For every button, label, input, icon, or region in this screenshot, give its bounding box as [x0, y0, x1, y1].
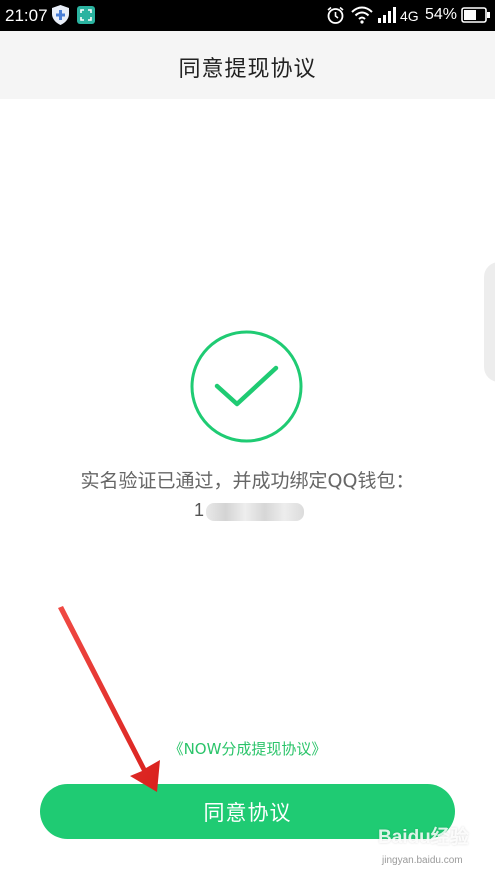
header-bar: 同意提现协议	[0, 31, 495, 99]
signal-icon	[378, 7, 396, 23]
watermark-text: Baidu经验	[378, 827, 469, 848]
battery-percent: 54%	[425, 6, 458, 23]
check-circle-icon	[190, 330, 303, 443]
shield-icon	[52, 5, 69, 25]
network-type: 4G	[400, 8, 419, 24]
battery-icon	[461, 7, 490, 23]
agreement-link[interactable]: 《NOW分成提现协议》	[0, 738, 495, 759]
status-time: 21:07	[5, 6, 48, 25]
bound-account-number: 1	[194, 500, 205, 520]
alarm-icon	[327, 6, 344, 24]
scan-icon	[77, 6, 95, 24]
baidu-watermark: Baidu经验 jingyan.baidu.com	[378, 820, 490, 872]
wifi-icon	[351, 6, 373, 24]
account-number-redacted	[206, 503, 304, 521]
side-float-handle[interactable]	[484, 262, 495, 382]
status-bar: 21:07 4G 54%	[0, 0, 495, 31]
verification-message: 实名验证已通过，并成功绑定QQ钱包：	[80, 470, 415, 492]
watermark-subtext: jingyan.baidu.com	[382, 855, 463, 866]
page-title: 同意提现协议	[178, 57, 317, 82]
